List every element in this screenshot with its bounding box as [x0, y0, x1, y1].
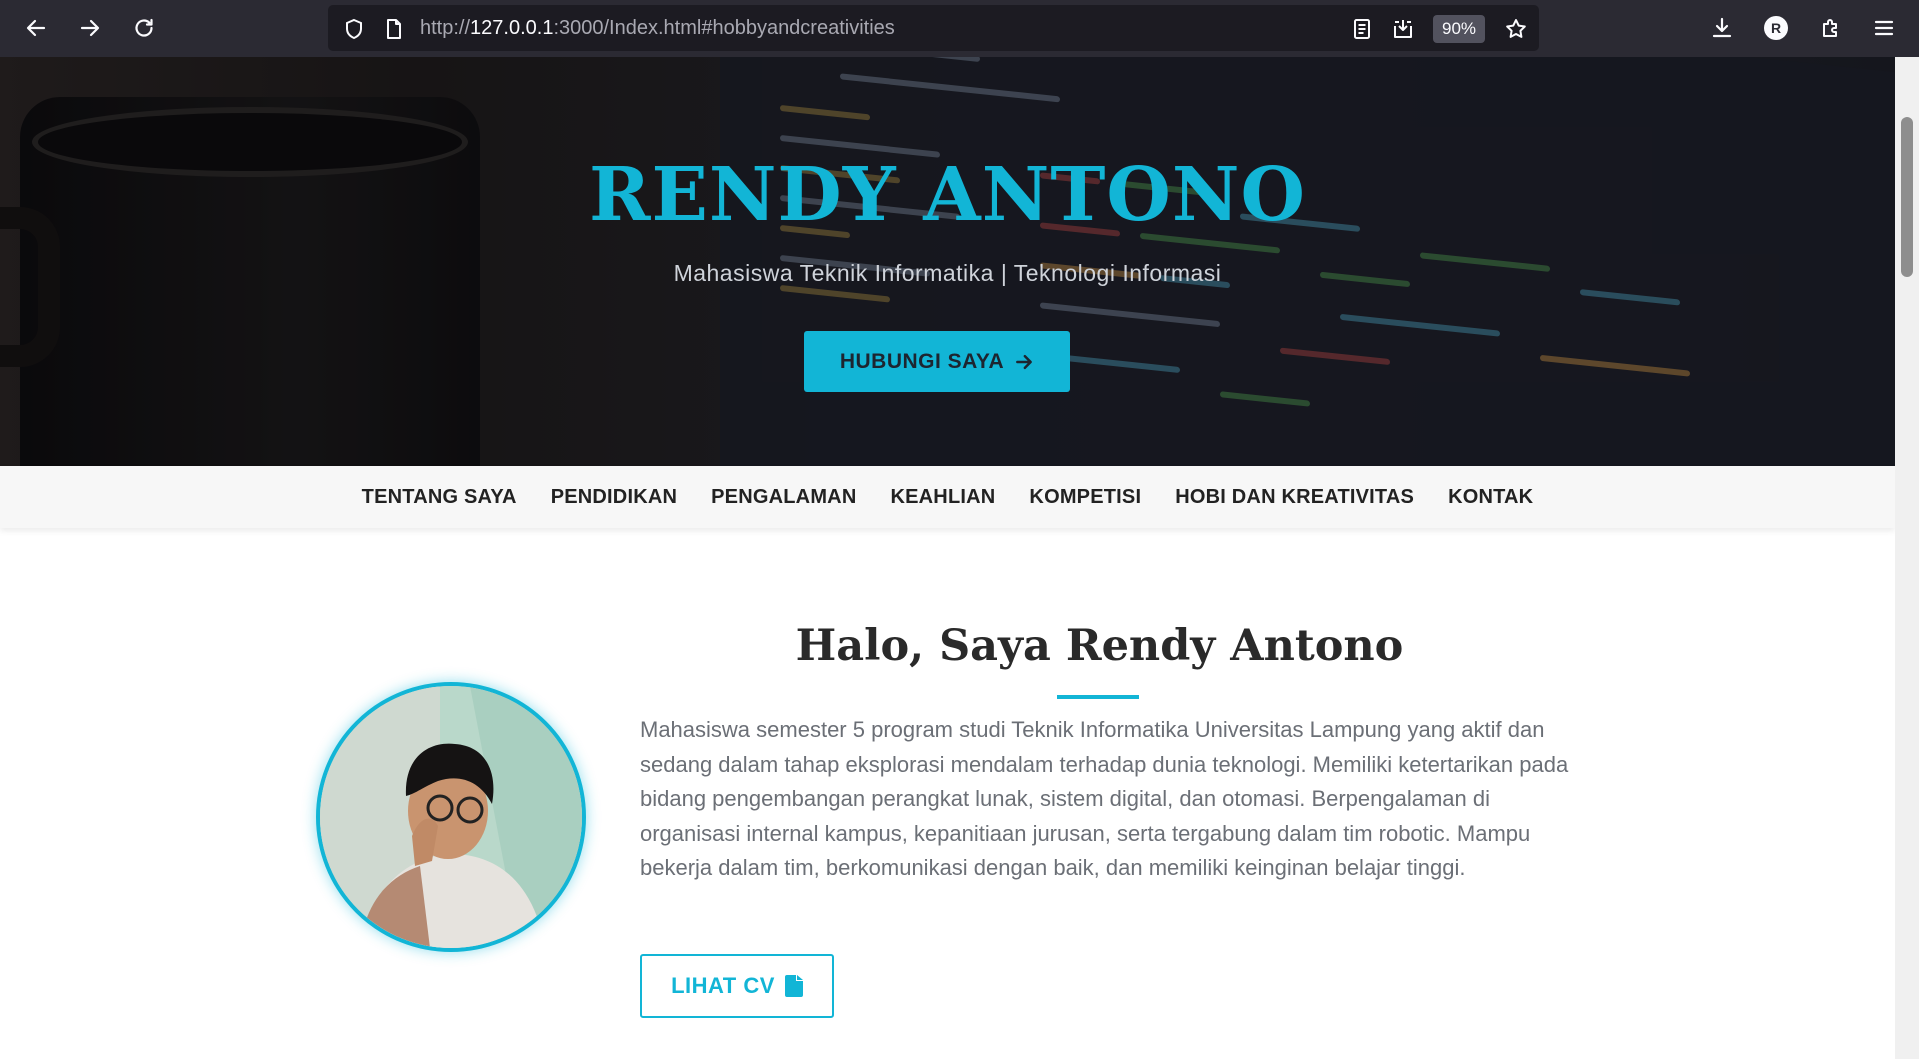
nav-item-keahlian[interactable]: KEAHLIAN	[890, 486, 995, 509]
nav-item-kontak[interactable]: KONTAK	[1448, 486, 1533, 509]
reader-view-icon[interactable]	[1350, 17, 1374, 41]
nav-item-hobi-dan-kreativitas[interactable]: HOBI DAN KREATIVITAS	[1175, 486, 1414, 509]
url-prefix: http://	[420, 17, 471, 39]
nav-item-pendidikan[interactable]: PENDIDIKAN	[551, 486, 677, 509]
nav-item-tentang-saya[interactable]: TENTANG SAYA	[362, 486, 517, 509]
title-underline	[1057, 695, 1139, 699]
file-icon	[784, 975, 803, 997]
puzzle-icon	[1823, 19, 1837, 37]
profile-photo	[316, 682, 586, 952]
view-cv-label: LIHAT CV	[671, 973, 775, 998]
page-scrollbar[interactable]	[1895, 57, 1919, 1059]
about-description: Mahasiswa semester 5 program studi Tekni…	[640, 717, 1569, 880]
contact-me-button[interactable]: HUBUNGI SAYA	[804, 331, 1070, 392]
nav-item-kompetisi[interactable]: KOMPETISI	[1029, 486, 1141, 509]
forward-button[interactable]	[71, 9, 109, 47]
page-icon[interactable]	[382, 17, 406, 41]
arrow-right-icon	[80, 19, 100, 37]
url-text[interactable]: http://127.0.0.1:3000/Index.html#hobbyan…	[420, 5, 895, 51]
contact-me-label: HUBUNGI SAYA	[839, 349, 1005, 373]
browser-toolbar: http://127.0.0.1:3000/Index.html#hobbyan…	[0, 0, 1919, 57]
page-viewport: RENDY ANTONO Mahasiswa Teknik Informatik…	[0, 57, 1895, 1059]
hero-title: RENDY ANTONO	[589, 152, 1306, 238]
avatar: R	[1764, 16, 1788, 40]
about-title: Halo, Saya Rendy Antono	[795, 621, 1404, 671]
download-icon	[1712, 17, 1732, 38]
reload-button[interactable]	[125, 9, 163, 47]
profile-photo-illustration	[320, 686, 582, 948]
hamburger-menu-icon	[1874, 20, 1894, 36]
main-navigation: TENTANG SAYA PENDIDIKAN PENGALAMAN KEAHL…	[0, 466, 1895, 528]
downloads-button[interactable]	[1703, 9, 1741, 47]
url-bar[interactable]: http://127.0.0.1:3000/Index.html#hobbyan…	[328, 5, 1539, 51]
url-rest: :3000/Index.html#hobbyandcreativities	[553, 17, 895, 39]
zoom-level-badge[interactable]: 90%	[1433, 15, 1485, 43]
star-icon[interactable]	[1504, 17, 1528, 41]
hero-section: RENDY ANTONO Mahasiswa Teknik Informatik…	[0, 57, 1895, 466]
view-cv-button[interactable]: LIHAT CV	[640, 954, 834, 1018]
back-button[interactable]	[17, 9, 55, 47]
save-page-icon[interactable]	[1391, 17, 1415, 41]
nav-item-pengalaman[interactable]: PENGALAMAN	[711, 486, 856, 509]
scrollbar-thumb[interactable]	[1901, 117, 1913, 277]
extensions-button[interactable]	[1812, 9, 1850, 47]
account-button[interactable]: R	[1757, 9, 1795, 47]
arrow-left-icon	[26, 19, 46, 37]
shield-icon[interactable]	[342, 17, 366, 41]
reload-icon	[135, 18, 153, 37]
menu-button[interactable]	[1865, 9, 1903, 47]
url-host: 127.0.0.1	[470, 17, 554, 39]
arrow-right-icon	[1016, 354, 1033, 369]
hero-subtitle: Mahasiswa Teknik Informatika | Teknologi…	[673, 260, 1222, 286]
